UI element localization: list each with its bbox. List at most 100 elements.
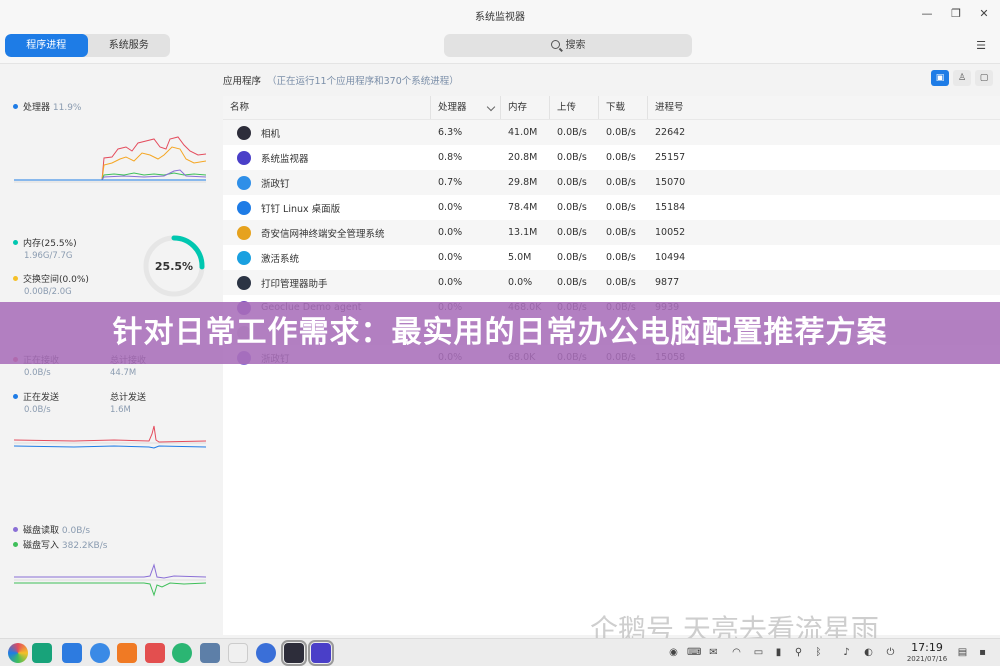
- disk-write-dot: [13, 542, 18, 547]
- memory-ring: 25.5%: [143, 235, 205, 297]
- clock-date: 2021/07/16: [906, 655, 948, 663]
- process-name: 相机: [261, 128, 281, 140]
- keyboard-icon[interactable]: ⌨: [687, 646, 701, 659]
- memory-label: 内存(25.5%): [23, 239, 77, 249]
- files-icon[interactable]: [117, 643, 137, 663]
- process-mem: 29.8M: [508, 177, 538, 188]
- user-view-button[interactable]: ♙: [953, 70, 971, 86]
- swap-dot: [13, 276, 18, 281]
- banner-text: 针对日常工作需求：最实用的日常办公电脑配置推荐方案: [112, 315, 888, 350]
- process-up: 0.0B/s: [557, 202, 587, 213]
- disk-write-metric: 磁盘写入 382.2KB/s: [13, 538, 107, 551]
- swap-detail: 0.00B/2.0G: [24, 287, 72, 297]
- notification-icon[interactable]: ▤: [956, 646, 969, 659]
- net-send-label: 正在发送: [23, 393, 60, 403]
- camera-taskbar-icon[interactable]: [281, 640, 307, 666]
- disk-read-metric: 磁盘读取 0.0B/s: [13, 523, 90, 536]
- zzd-icon: [237, 175, 251, 190]
- disk-read-label: 磁盘读取: [23, 526, 60, 536]
- table-row[interactable]: 浙政钉 0.7% 29.8M 0.0B/s 0.0B/s 15070: [223, 170, 1000, 195]
- printer-icon: [237, 275, 251, 290]
- tab-processes[interactable]: 程序进程: [5, 34, 88, 57]
- process-pid: 15184: [655, 202, 686, 213]
- net-send-dot: [13, 394, 18, 399]
- col-cpu[interactable]: 处理器: [431, 96, 501, 119]
- browser-icon[interactable]: [90, 643, 110, 663]
- process-pid: 22642: [655, 127, 686, 138]
- wifi-icon[interactable]: ◠: [730, 646, 743, 659]
- table-row[interactable]: 激活系统 0.0% 5.0M 0.0B/s 0.0B/s 10494: [223, 245, 1000, 270]
- battery-icon[interactable]: ▮: [772, 646, 785, 659]
- toolbar: 程序进程 系统服务 搜索 ☰: [0, 28, 1000, 64]
- clock[interactable]: 17:19 2021/07/16: [904, 641, 950, 664]
- settings-icon[interactable]: [256, 643, 276, 663]
- process-name: 浙政钉: [261, 178, 290, 190]
- process-name-cell: 系统监视器: [223, 150, 431, 165]
- col-cpu-label: 处理器: [438, 102, 467, 113]
- network-icon[interactable]: ▭: [752, 646, 765, 659]
- net-send-total-label: 总计发送: [110, 393, 147, 403]
- table-row[interactable]: 奇安信网神终端安全管理系统 0.0% 13.1M 0.0B/s 0.0B/s 10052: [223, 220, 1000, 245]
- terminal-icon[interactable]: [200, 643, 220, 663]
- process-down: 0.0B/s: [606, 252, 636, 263]
- store-icon[interactable]: [62, 643, 82, 663]
- close-button[interactable]: ✕: [975, 6, 993, 22]
- process-name: 打印管理器助手: [261, 278, 328, 290]
- window-title: 系统监视器: [475, 12, 525, 23]
- col-pid[interactable]: 进程号: [648, 96, 708, 119]
- col-name[interactable]: 名称: [223, 96, 431, 119]
- table-row[interactable]: 打印管理器助手 0.0% 0.0% 0.0B/s 0.0B/s 9877: [223, 270, 1000, 295]
- table-row[interactable]: 系统监视器 0.8% 20.8M 0.0B/s 0.0B/s 25157: [223, 145, 1000, 170]
- process-down: 0.0B/s: [606, 127, 636, 138]
- cpu-label: 处理器: [23, 103, 51, 113]
- process-name: 奇安信网神终端安全管理系统: [261, 228, 385, 240]
- tray-app-icon[interactable]: ◉: [667, 646, 680, 659]
- swap-metric: 交换空间(0.0%): [13, 272, 89, 285]
- net-recv-value: 0.0B/s: [24, 368, 51, 378]
- process-pid: 25157: [655, 152, 686, 163]
- table-row[interactable]: 钉钉 Linux 桌面版 0.0% 78.4M 0.0B/s 0.0B/s 15184: [223, 195, 1000, 220]
- col-mem[interactable]: 内存: [501, 96, 550, 119]
- camera-icon: [237, 125, 251, 140]
- apps-heading: 应用程序: [223, 76, 262, 87]
- apps-view-button[interactable]: ▣: [931, 70, 949, 86]
- calendar-icon[interactable]: [228, 643, 248, 663]
- mail-icon[interactable]: [145, 643, 165, 663]
- col-down[interactable]: 下载: [599, 96, 648, 119]
- chat-icon[interactable]: ✉: [707, 646, 720, 659]
- net-send-total: 1.6M: [110, 405, 131, 415]
- launcher-icon[interactable]: [8, 643, 28, 663]
- volume-icon[interactable]: ♪: [840, 646, 853, 659]
- all-view-button[interactable]: ▢: [975, 70, 993, 86]
- display-icon[interactable]: ◐: [862, 646, 875, 659]
- process-pid: 15070: [655, 177, 686, 188]
- show-desktop-icon[interactable]: ▪: [976, 646, 989, 659]
- menu-icon[interactable]: ☰: [976, 39, 986, 52]
- process-pid: 10052: [655, 227, 686, 238]
- process-cpu: 0.7%: [438, 177, 463, 188]
- tab-services[interactable]: 系统服务: [88, 34, 171, 57]
- power-icon[interactable]: ⏻: [884, 646, 897, 659]
- monitor-taskbar-icon[interactable]: [308, 640, 334, 666]
- process-name-cell: 浙政钉: [223, 175, 431, 190]
- usb-icon[interactable]: ⚲: [792, 646, 805, 659]
- disk-chart: [14, 563, 206, 597]
- bluetooth-icon[interactable]: ᛒ: [812, 646, 825, 659]
- music-icon[interactable]: [172, 643, 192, 663]
- disk-read-dot: [13, 527, 18, 532]
- minimize-button[interactable]: —: [918, 6, 936, 22]
- table-row[interactable]: 相机 6.3% 41.0M 0.0B/s 0.0B/s 22642: [223, 120, 1000, 145]
- cpu-chart: [14, 136, 206, 183]
- search-input[interactable]: 搜索: [444, 34, 692, 57]
- view-buttons: ▣ ♙ ▢: [931, 70, 993, 86]
- disk-write-value: 382.2KB/s: [61, 541, 108, 551]
- maximize-button[interactable]: ❐: [947, 6, 965, 22]
- desktop-icon[interactable]: [32, 643, 52, 663]
- disk-read-value: 0.0B/s: [61, 526, 91, 536]
- net-recv-total: 44.7M: [110, 368, 137, 378]
- network-chart: [14, 425, 206, 449]
- process-up: 0.0B/s: [557, 152, 587, 163]
- dingtalk-icon: [237, 200, 251, 215]
- tab-group: 程序进程 系统服务: [5, 34, 170, 57]
- col-up[interactable]: 上传: [550, 96, 599, 119]
